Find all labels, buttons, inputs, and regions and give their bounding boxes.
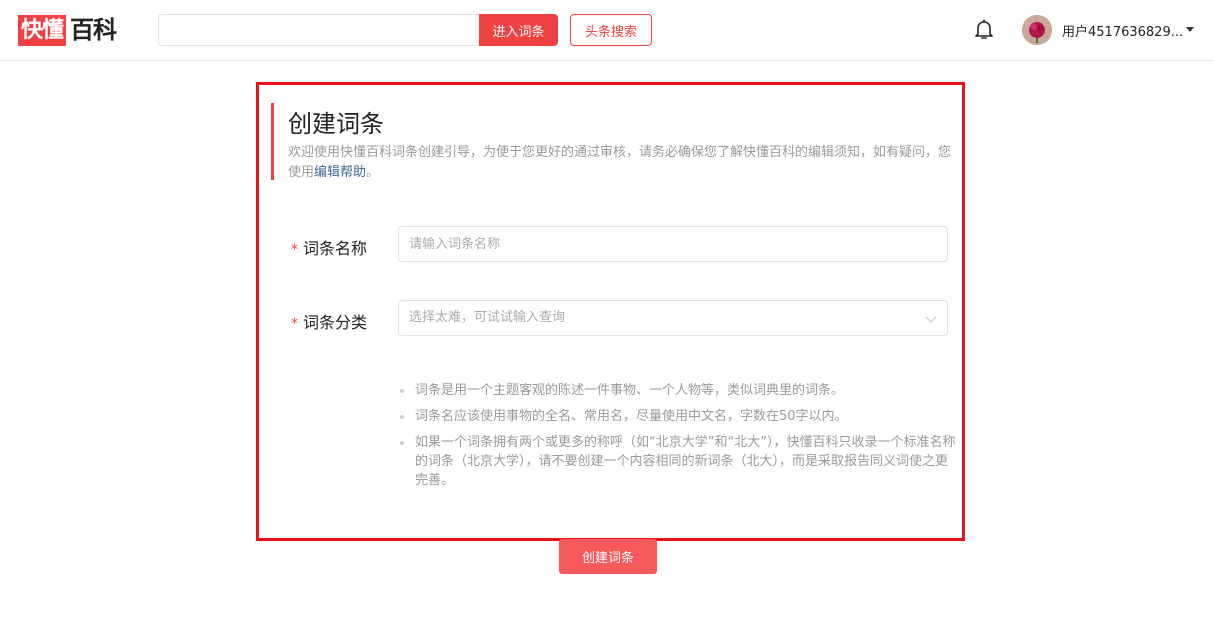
tip-item: 词条名应该使用事物的全名、常用名，尽量使用中文名，字数在50字以内。 [397,407,957,426]
entry-name-input[interactable] [398,226,948,262]
entry-name-label-text: 词条名称 [303,239,368,258]
tips-list: 词条是用一个主题客观的陈述一件事物、一个人物等，类似词典里的词条。 词条名应该使… [397,381,957,497]
username[interactable]: 用户4517636829... [1062,21,1183,40]
category-placeholder: 选择太难，可试试输入查询 [409,310,566,325]
search-input[interactable] [158,14,480,46]
intro-end: 。 [366,165,380,180]
entry-category-label-text: 词条分类 [303,313,368,332]
avatar[interactable] [1022,15,1052,45]
required-mark: * [291,242,298,258]
enter-entry-button[interactable]: 进入词条 [479,14,558,46]
top-header: 快懂 百科 进入词条 头条搜索 用户4517636829... [0,0,1213,61]
bell-icon[interactable] [972,17,996,41]
tip-item: 如果一个词条拥有两个或更多的称呼（如“北京大学”和“北大”），快懂百科只收录一个… [397,433,957,490]
intro-text: 欢迎使用快懂百科词条创建引导，为便于您更好的通过审核，请务必确保您了解快懂百科的… [288,143,953,183]
entry-name-label: * 词条名称 [291,235,367,259]
page-title: 创建词条 [288,110,384,138]
logo[interactable]: 快懂 百科 [18,15,117,46]
logo-box: 快懂 [18,15,67,46]
required-mark: * [291,316,298,332]
chevron-down-icon[interactable] [1186,27,1194,32]
edit-help-link[interactable]: 编辑帮助 [314,165,366,180]
create-entry-card: 创建词条 欢迎使用快懂百科词条创建引导，为便于您更好的通过审核，请务必确保您了解… [256,82,965,541]
title-accent-bar [271,103,274,180]
logo-text: 百科 [70,16,117,44]
toutiao-search-button[interactable]: 头条搜索 [570,14,652,46]
entry-category-select[interactable]: 选择太难，可试试输入查询 [398,300,948,336]
intro-body: 欢迎使用快懂百科词条创建引导，为便于您更好的通过审核，请务必确保您了解快懂百科的… [288,145,952,180]
avatar-image [1022,15,1052,45]
entry-category-label: * 词条分类 [291,309,367,333]
tip-item: 词条是用一个主题客观的陈述一件事物、一个人物等，类似词典里的词条。 [397,381,957,400]
create-entry-button[interactable]: 创建词条 [559,539,657,574]
chevron-down-icon [925,311,937,323]
